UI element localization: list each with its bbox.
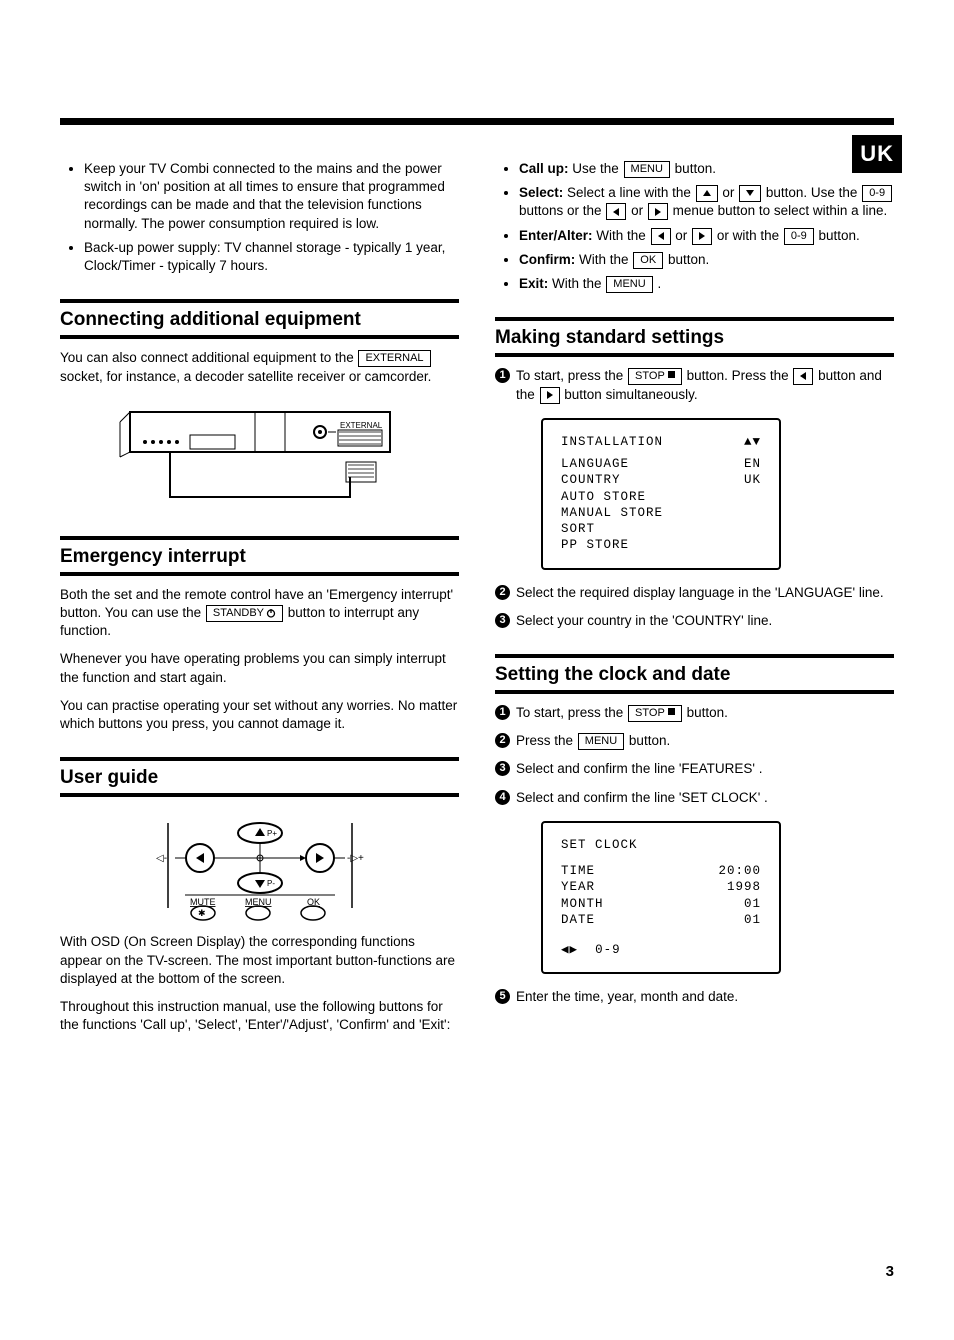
- down-button-icon: [739, 185, 761, 202]
- clock-step-1: 1 To start, press the STOP button.: [495, 704, 894, 722]
- svg-text:✱: ✱: [198, 908, 206, 918]
- osd-set-clock: SET CLOCK TIME20:00 YEAR1998 MONTH01 DAT…: [541, 821, 781, 975]
- standby-button-label: STANDBY: [206, 605, 283, 622]
- svg-text:P+: P+: [267, 829, 277, 838]
- step-number-icon: 3: [495, 761, 510, 776]
- svg-text:-▷+: -▷+: [347, 853, 364, 864]
- exit-bullet: Exit: With the MENU .: [519, 275, 894, 293]
- clock-step-3: 3 Select and confirm the line 'FEATURES'…: [495, 760, 894, 778]
- left-column: Keep your TV Combi connected to the main…: [60, 160, 459, 1044]
- connector-diagram: EXTERNAL: [110, 402, 410, 512]
- stop-button-label: STOP: [628, 705, 682, 722]
- step-number-icon: 1: [495, 368, 510, 383]
- step-number-icon: 1: [495, 705, 510, 720]
- right-button-icon: [692, 228, 712, 245]
- left-button-icon: [793, 368, 813, 385]
- clock-step-2: 2 Press the MENU button.: [495, 732, 894, 750]
- clock-step-4: 4 Select and confirm the line 'SET CLOCK…: [495, 789, 894, 807]
- heading-emergency: Emergency interrupt: [60, 536, 459, 576]
- intro-bullet-2: Back-up power supply: TV channel storage…: [84, 239, 459, 275]
- confirm-bullet: Confirm: With the OK button.: [519, 251, 894, 269]
- emergency-p3: You can practise operating your set with…: [60, 697, 459, 733]
- right-button-icon: [648, 203, 668, 220]
- svg-text:EXTERNAL: EXTERNAL: [340, 421, 383, 430]
- emergency-p1: Both the set and the remote control have…: [60, 586, 459, 641]
- heading-connecting: Connecting additional equipment: [60, 299, 459, 339]
- step-number-icon: 2: [495, 733, 510, 748]
- standard-step-1: 1 To start, press the STOP button. Press…: [495, 367, 894, 403]
- uk-tab: UK: [852, 135, 902, 173]
- intro-bullet-1: Keep your TV Combi connected to the main…: [84, 160, 459, 233]
- standard-step-2: 2 Select the required display language i…: [495, 584, 894, 602]
- ok-button-label: OK: [633, 252, 663, 269]
- top-rule: [60, 118, 894, 125]
- emergency-p2: Whenever you have operating problems you…: [60, 650, 459, 686]
- right-button-icon: [540, 387, 560, 404]
- step-number-icon: 3: [495, 613, 510, 628]
- menu-button-label: MENU: [578, 733, 624, 750]
- svg-text:◁-: ◁-: [156, 853, 167, 864]
- heading-user-guide: User guide: [60, 757, 459, 797]
- page-number: 3: [886, 1263, 894, 1280]
- step-number-icon: 2: [495, 585, 510, 600]
- step-number-icon: 4: [495, 790, 510, 805]
- user-p2: Throughout this instruction manual, use …: [60, 998, 459, 1034]
- remote-diagram: ◁- -▷+ P+ P- MU: [150, 813, 370, 923]
- menu-button-label: MENU: [606, 276, 652, 293]
- heading-clock: Setting the clock and date: [495, 654, 894, 694]
- clock-step-5: 5 Enter the time, year, month and date.: [495, 988, 894, 1006]
- standard-step-3: 3 Select your country in the 'COUNTRY' l…: [495, 612, 894, 630]
- svg-text:P-: P-: [267, 879, 275, 888]
- callup-bullet: Call up: Use the MENU button.: [519, 160, 894, 178]
- select-bullet: Select: Select a line with the or button…: [519, 184, 894, 220]
- user-p1: With OSD (On Screen Display) the corresp…: [60, 933, 459, 988]
- menu-button-label: MENU: [624, 161, 670, 178]
- external-button-label: EXTERNAL: [358, 350, 430, 367]
- left-button-icon: [606, 203, 626, 220]
- numbers-button-label: 0-9: [862, 185, 892, 202]
- right-column: Call up: Use the MENU button. Select: Se…: [495, 160, 894, 1044]
- up-button-icon: [696, 185, 718, 202]
- enter-bullet: Enter/Alter: With the or or with the 0-9…: [519, 227, 894, 245]
- stop-button-label: STOP: [628, 368, 682, 385]
- left-button-icon: [651, 228, 671, 245]
- connect-para: You can also connect additional equipmen…: [60, 349, 459, 385]
- osd-installation: INSTALLATION▲▼ LANGUAGEEN COUNTRYUK AUTO…: [541, 418, 781, 570]
- step-number-icon: 5: [495, 989, 510, 1004]
- numbers-button-label: 0-9: [784, 228, 814, 245]
- heading-standard-settings: Making standard settings: [495, 317, 894, 357]
